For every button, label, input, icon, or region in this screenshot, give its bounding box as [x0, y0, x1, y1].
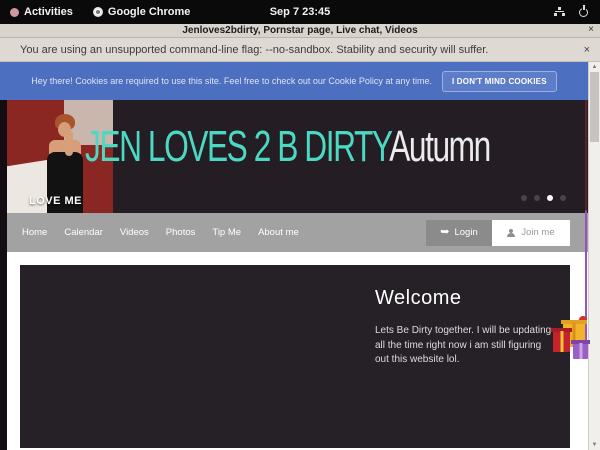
login-arrow-icon: ➥	[440, 227, 449, 238]
site-title: JEN LOVES 2 B DIRTYAutumn	[85, 122, 490, 172]
gift-purple-icon	[573, 343, 588, 359]
carousel-dot-active[interactable]	[547, 195, 553, 201]
power-icon[interactable]	[579, 8, 588, 17]
welcome-section: Welcome Lets Be Dirty together. I will b…	[375, 287, 555, 368]
nav-item-videos[interactable]: Videos	[120, 227, 149, 238]
nav-links: Home Calendar Videos Photos Tip Me About…	[7, 227, 299, 238]
site-area: LOVE ME JEN LOVES 2 B DIRTYAutumn Home C…	[0, 100, 588, 450]
scroll-up-icon[interactable]: ▲	[589, 64, 600, 70]
gifts-widget-icon[interactable]	[553, 316, 593, 364]
site-title-accent: Autumn	[389, 122, 490, 171]
photo-figure-arm	[65, 130, 73, 156]
network-icon[interactable]	[553, 7, 565, 17]
scrollbar-thumb[interactable]	[590, 72, 599, 142]
sandbox-warning-bar: You are using an unsupported command-lin…	[0, 38, 600, 62]
header-carousel	[521, 195, 566, 201]
screen: Activities Google Chrome Sep 7 23:45 Jen…	[0, 0, 600, 450]
page: LOVE ME JEN LOVES 2 B DIRTYAutumn Home C…	[7, 100, 588, 450]
nav-item-tipme[interactable]: Tip Me	[212, 227, 241, 238]
join-me-label: Join me	[521, 227, 554, 238]
nav-actions: ➥ Login Join me	[426, 220, 588, 246]
nav-item-home[interactable]: Home	[22, 227, 47, 238]
activities-label: Activities	[24, 6, 73, 18]
cookie-accept-button[interactable]: I DON'T MIND COOKIES	[442, 71, 557, 92]
chrome-app-menu[interactable]: Google Chrome	[83, 0, 201, 24]
carousel-dot[interactable]	[521, 195, 527, 201]
scrollbar[interactable]: ▲ ▼	[588, 62, 600, 450]
photo-caption: LOVE ME	[29, 195, 82, 207]
site-header: LOVE ME JEN LOVES 2 B DIRTYAutumn	[7, 100, 588, 213]
login-label: Login	[454, 227, 477, 238]
chrome-icon	[93, 7, 103, 17]
window-title-bar: Jenloves2bdirty, Pornstar page, Live cha…	[0, 24, 600, 38]
person-icon	[507, 229, 515, 237]
site-main: Welcome Lets Be Dirty together. I will b…	[7, 252, 588, 450]
chrome-app-label: Google Chrome	[108, 6, 191, 18]
site-title-main: JEN LOVES 2 B DIRTY	[85, 122, 389, 171]
activities-indicator-icon	[10, 8, 19, 17]
gift-red-icon	[553, 331, 570, 352]
scroll-down-icon[interactable]: ▼	[589, 442, 600, 448]
sandbox-warning-message: You are using an unsupported command-lin…	[0, 44, 488, 56]
carousel-dot[interactable]	[534, 195, 540, 201]
window-title: Jenloves2bdirty, Pornstar page, Live cha…	[182, 25, 417, 36]
content-panel: Welcome Lets Be Dirty together. I will b…	[20, 265, 570, 448]
nav-item-photos[interactable]: Photos	[166, 227, 196, 238]
login-button[interactable]: ➥ Login	[426, 220, 492, 246]
infobar-close-icon[interactable]: ×	[584, 44, 590, 56]
site-nav: Home Calendar Videos Photos Tip Me About…	[7, 213, 588, 252]
cookie-bar: Hey there! Cookies are required to use t…	[0, 62, 588, 100]
nav-item-calendar[interactable]: Calendar	[64, 227, 103, 238]
activities-button[interactable]: Activities	[0, 0, 83, 24]
nav-item-aboutme[interactable]: About me	[258, 227, 299, 238]
cookie-message: Hey there! Cookies are required to use t…	[31, 76, 432, 86]
join-me-button[interactable]: Join me	[492, 220, 570, 246]
desktop-top-bar: Activities Google Chrome Sep 7 23:45	[0, 0, 600, 24]
gift-string	[585, 100, 587, 340]
welcome-text: Lets Be Dirty together. I will be updati…	[375, 324, 555, 368]
carousel-dot[interactable]	[560, 195, 566, 201]
welcome-title: Welcome	[375, 287, 555, 310]
window-close-icon[interactable]: ×	[588, 24, 594, 35]
